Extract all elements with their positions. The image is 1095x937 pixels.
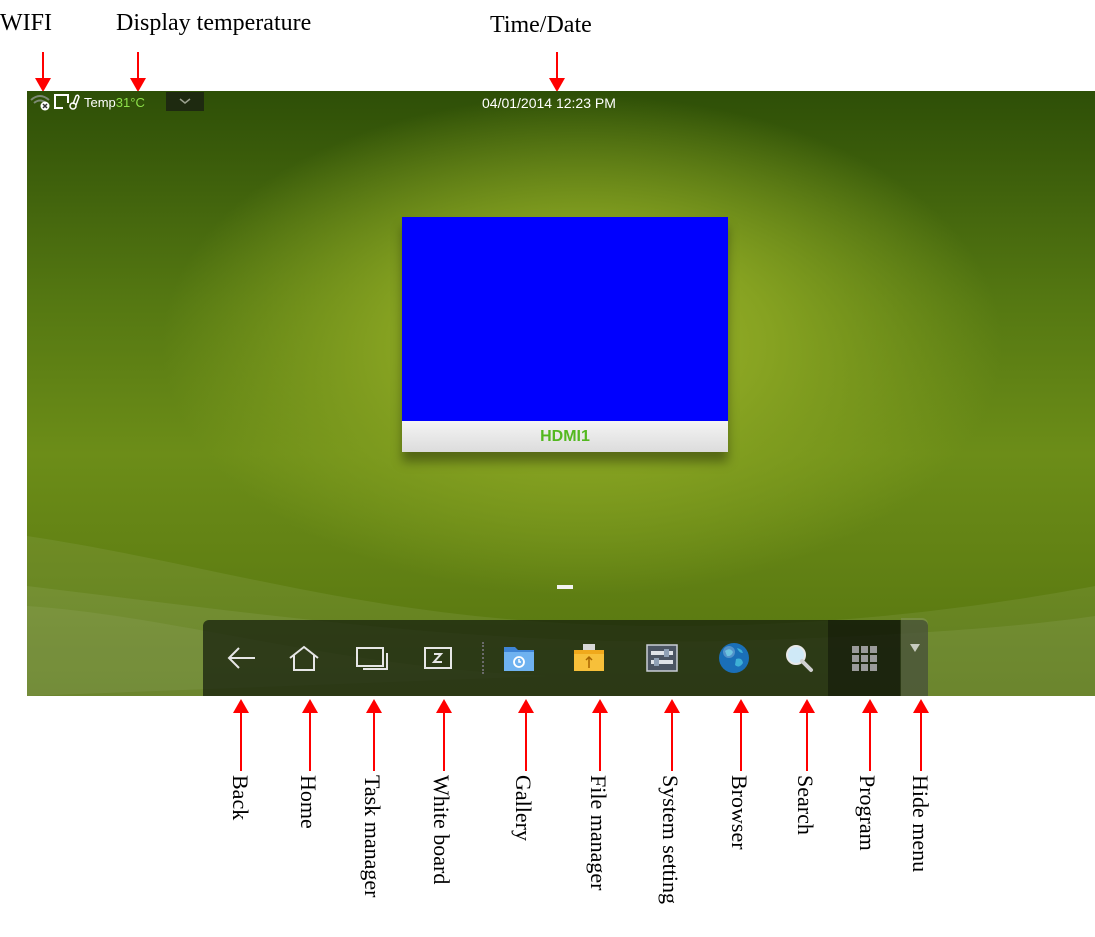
program-button[interactable] <box>844 638 884 678</box>
callout-arrow-hide-menu <box>913 699 929 771</box>
temperature-label: Temp <box>84 95 116 110</box>
usb-folder-icon <box>574 644 604 671</box>
callout-task-manager: Task manager <box>360 775 385 898</box>
callout-arrow-file-manager <box>592 699 608 771</box>
callout-gallery: Gallery <box>511 775 536 841</box>
back-arrow-icon <box>227 647 255 669</box>
display-thermometer-icon <box>54 94 80 110</box>
callout-browser: Browser <box>727 775 752 850</box>
callout-program: Program <box>855 775 880 851</box>
callout-arrow-gallery <box>518 699 534 771</box>
magnifier-icon <box>786 645 813 672</box>
callout-wifi: WIFI <box>0 10 52 36</box>
callout-arrow-wifi <box>35 52 51 92</box>
system-settings-button[interactable] <box>642 638 682 678</box>
file-manager-button[interactable] <box>569 638 609 678</box>
callout-time-date: Time/Date <box>490 12 592 38</box>
home-button[interactable] <box>284 638 324 678</box>
dock-bar <box>203 618 928 696</box>
triangle-down-icon <box>909 644 920 652</box>
chevron-down-icon <box>179 98 191 104</box>
app-grid-icon <box>852 646 877 671</box>
callout-file-manager: File manager <box>586 775 611 891</box>
callout-search: Search <box>793 775 818 835</box>
callout-back: Back <box>228 775 253 821</box>
callout-arrow-task-manager <box>366 699 382 771</box>
callout-arrow-program <box>862 699 878 771</box>
callout-home: Home <box>296 775 321 829</box>
back-button[interactable] <box>222 638 262 678</box>
home-icon <box>289 645 319 671</box>
hide-menu-button[interactable] <box>901 618 928 696</box>
callout-arrow-system-settings <box>664 699 680 771</box>
hdmi1-preview <box>402 217 728 421</box>
callout-arrow-temperature <box>130 52 146 92</box>
time-date-display: 04/01/2014 12:23 PM <box>482 95 616 111</box>
gallery-folder-icon <box>504 647 534 671</box>
launcher-screen: Temp31°C 04/01/2014 12:23 PM HDMI1 <box>27 91 1095 696</box>
callout-arrow-back <box>233 699 249 771</box>
browser-button[interactable] <box>714 638 754 678</box>
hdmi1-label: HDMI1 <box>402 421 728 452</box>
callout-white-board: White board <box>429 775 454 885</box>
callout-arrow-white-board <box>436 699 452 771</box>
globe-icon <box>719 643 749 673</box>
callout-arrow-search <box>799 699 815 771</box>
task-manager-button[interactable] <box>352 638 392 678</box>
gallery-button[interactable] <box>499 638 539 678</box>
temperature-value: 31°C <box>115 95 145 110</box>
dock-separator <box>482 642 484 674</box>
page-indicator <box>557 585 573 589</box>
callout-display-temperature: Display temperature <box>116 10 312 36</box>
callout-system-settings: System setting <box>658 775 683 904</box>
hdmi1-source-card[interactable]: HDMI1 <box>402 217 728 452</box>
settings-icon <box>646 644 678 672</box>
callout-arrow-browser <box>733 699 749 771</box>
status-dropdown-button[interactable] <box>166 92 204 111</box>
whiteboard-icon <box>424 647 452 669</box>
callout-arrow-home <box>302 699 318 771</box>
search-button[interactable] <box>779 638 819 678</box>
wifi-icon[interactable] <box>30 93 52 111</box>
callout-arrow-time <box>549 52 565 92</box>
callout-hide-menu: Hide menu <box>908 775 933 873</box>
task-manager-icon <box>356 647 388 670</box>
temperature-readout: Temp31°C <box>84 95 145 110</box>
white-board-button[interactable] <box>418 638 458 678</box>
status-bar: Temp31°C 04/01/2014 12:23 PM <box>27 91 1095 113</box>
